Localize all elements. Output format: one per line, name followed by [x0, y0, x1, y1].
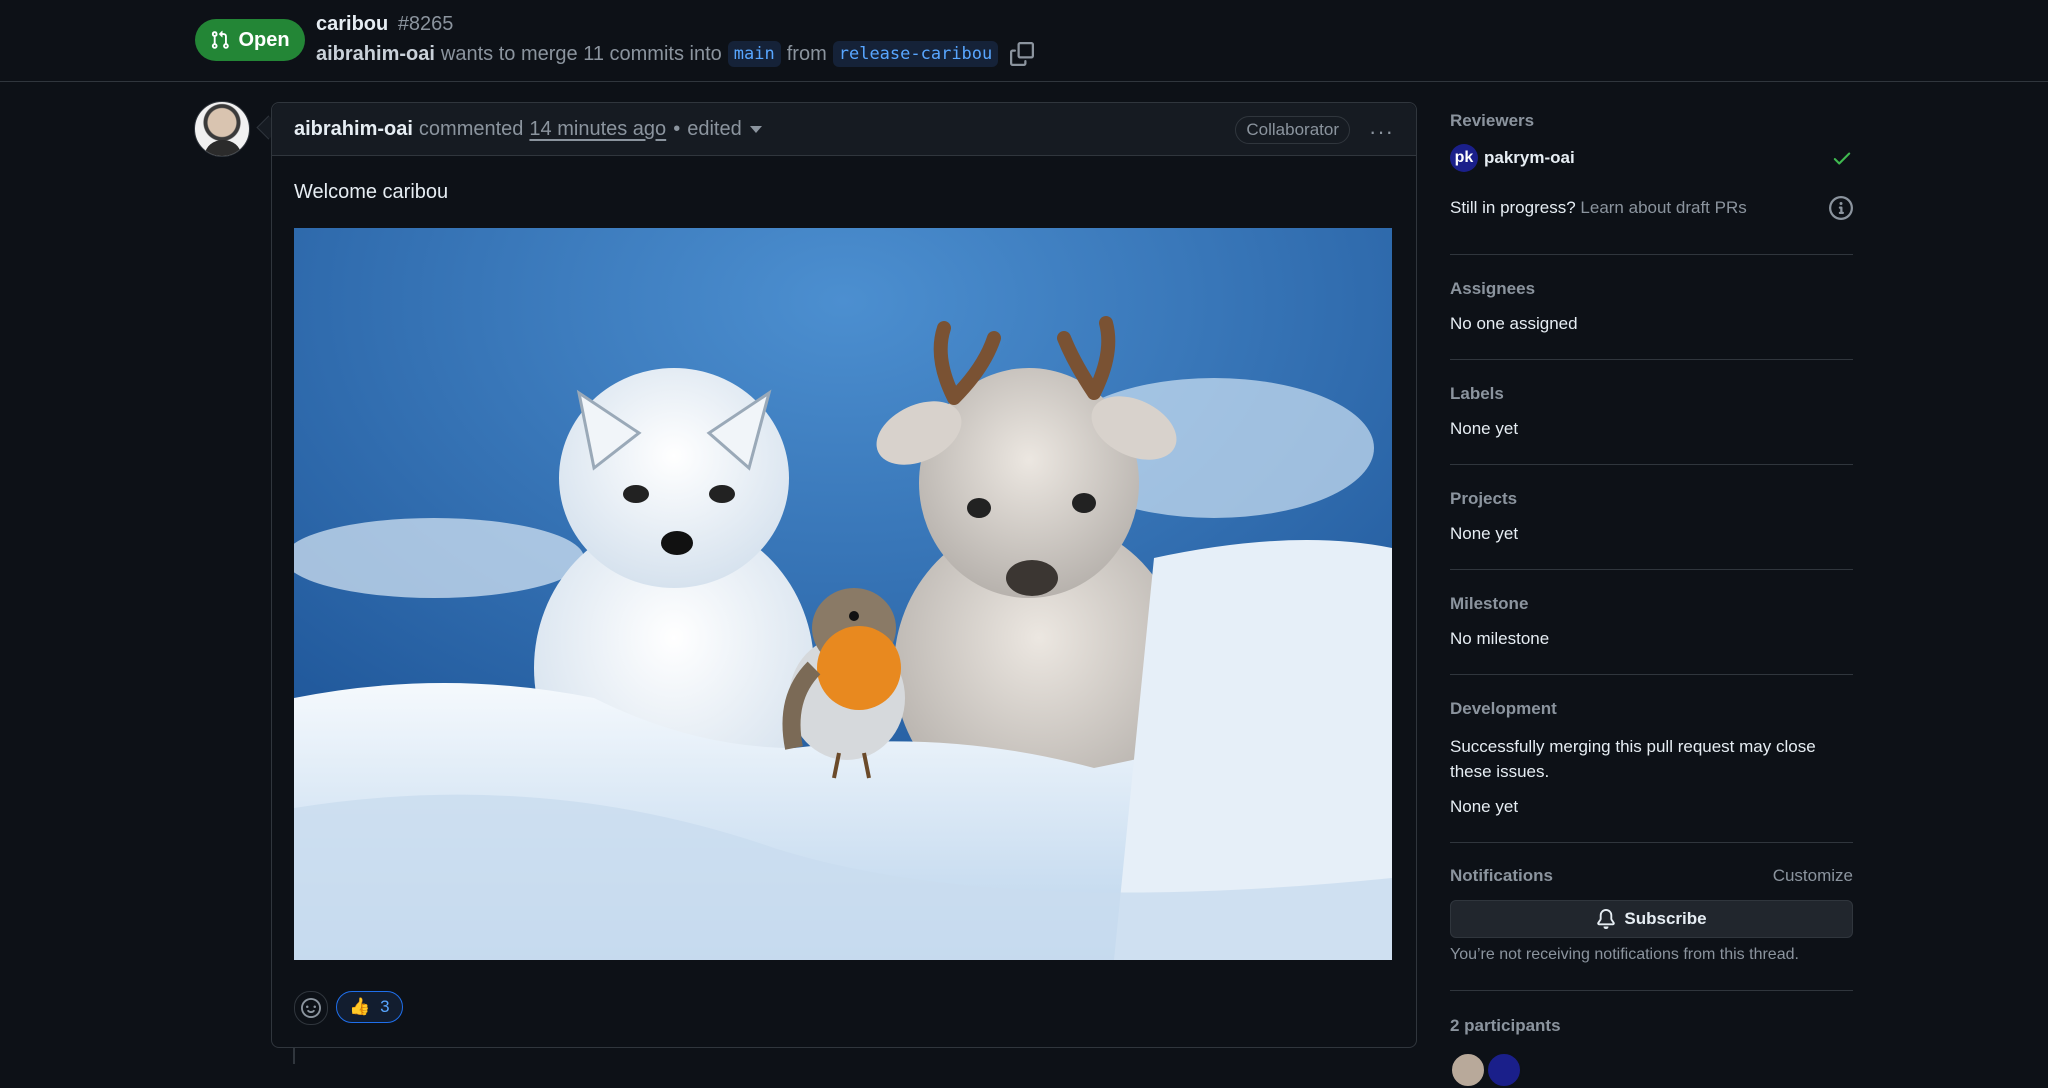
- comment-author-avatar[interactable]: [194, 101, 250, 157]
- comment-box: aibrahim-oai commented 14 minutes ago • …: [271, 102, 1417, 1048]
- projects-heading[interactable]: Projects: [1450, 489, 1517, 509]
- milestone-section: Milestone No milestone: [1450, 569, 1853, 675]
- development-heading[interactable]: Development: [1450, 699, 1557, 719]
- merge-text: wants to merge 11 commits into: [440, 42, 722, 65]
- reviewer-name[interactable]: pakrym-oai: [1484, 148, 1575, 168]
- projects-value: None yet: [1450, 524, 1519, 543]
- from-text: from: [786, 42, 827, 65]
- subscribe-button[interactable]: Subscribe: [1450, 900, 1853, 938]
- reviewer-item[interactable]: pk pakrym-oai: [1450, 144, 1575, 172]
- labels-value: None yet: [1450, 419, 1519, 438]
- assignees-heading[interactable]: Assignees: [1450, 279, 1535, 299]
- pr-author-link[interactable]: aibrahim-oai: [316, 43, 435, 66]
- copy-icon[interactable]: [1010, 42, 1035, 66]
- participant-avatar[interactable]: [1450, 1052, 1486, 1088]
- draft-hint: Still in progress? Learn about draft PRs: [1450, 198, 1747, 218]
- comment-author[interactable]: aibrahim-oai: [294, 118, 413, 141]
- pr-title-text: caribou: [316, 13, 389, 35]
- labels-heading[interactable]: Labels: [1450, 384, 1504, 404]
- reviewer-avatar: pk: [1450, 144, 1478, 172]
- base-branch[interactable]: main: [727, 41, 781, 67]
- labels-section: Labels None yet: [1450, 359, 1853, 465]
- info-icon[interactable]: [1829, 196, 1853, 220]
- smiley-icon: [301, 998, 321, 1018]
- reviewers-heading[interactable]: Reviewers: [1450, 111, 1534, 131]
- thumbs-up-icon: 👍: [349, 997, 371, 1016]
- participants-heading: 2 participants: [1450, 1016, 1561, 1035]
- comment-body: Welcome caribou: [294, 181, 449, 203]
- comment-image[interactable]: [294, 228, 1392, 960]
- draft-link[interactable]: Learn about draft PRs: [1580, 198, 1746, 217]
- pr-state-label: Open: [238, 28, 290, 51]
- role-badge: Collaborator: [1235, 116, 1350, 144]
- pr-number: #8265: [397, 13, 454, 35]
- subscribe-label: Subscribe: [1624, 909, 1707, 928]
- bell-icon: [1597, 909, 1616, 929]
- comment-header: aibrahim-oai commented 14 minutes ago • …: [272, 103, 1416, 156]
- development-section: Development Successfully merging this pu…: [1450, 674, 1853, 843]
- notifications-divider: [1450, 990, 1853, 991]
- assignees-section: Assignees No one assigned: [1450, 254, 1853, 360]
- pr-state-badge: Open: [195, 19, 305, 61]
- projects-section: Projects None yet: [1450, 464, 1853, 570]
- chevron-down-icon[interactable]: [749, 125, 762, 133]
- development-value: None yet: [1450, 797, 1519, 816]
- comment-timestamp[interactable]: 14 minutes ago: [529, 118, 666, 141]
- edited-dropdown[interactable]: edited: [687, 118, 742, 141]
- pr-title: caribou #8265: [316, 13, 453, 36]
- check-icon: [1833, 152, 1851, 165]
- development-description: Successfully merging this pull request m…: [1450, 737, 1816, 781]
- customize-notifications-link[interactable]: Customize: [1773, 866, 1853, 886]
- comment-separator: •: [673, 117, 681, 140]
- kebab-menu-icon[interactable]: ···: [1369, 119, 1394, 145]
- timeline-line: [293, 1048, 295, 1064]
- pr-merge-summary: aibrahim-oai wants to merge 11 commits i…: [316, 41, 1035, 67]
- thumbs-up-reaction[interactable]: 👍 3: [336, 991, 403, 1023]
- assignees-value: No one assigned: [1450, 314, 1578, 333]
- milestone-value: No milestone: [1450, 629, 1550, 648]
- git-pull-request-icon: [212, 30, 230, 49]
- draft-question: Still in progress?: [1450, 198, 1576, 217]
- reactions-bar: 👍 3: [294, 991, 403, 1025]
- participant-avatar[interactable]: [1486, 1052, 1522, 1088]
- comment-action: commented: [418, 117, 524, 140]
- reviewers-section: Reviewers pk pakrym-oai Still in progres…: [1450, 0, 1853, 255]
- notifications-note: You’re not receiving notifications from …: [1450, 946, 1799, 963]
- arctic-animals-illustration: [294, 228, 1392, 960]
- milestone-heading[interactable]: Milestone: [1450, 594, 1528, 614]
- reaction-count: 3: [380, 997, 390, 1016]
- head-branch[interactable]: release-caribou: [832, 41, 999, 67]
- add-reaction-button[interactable]: [294, 991, 328, 1025]
- notifications-heading: Notifications: [1450, 866, 1553, 885]
